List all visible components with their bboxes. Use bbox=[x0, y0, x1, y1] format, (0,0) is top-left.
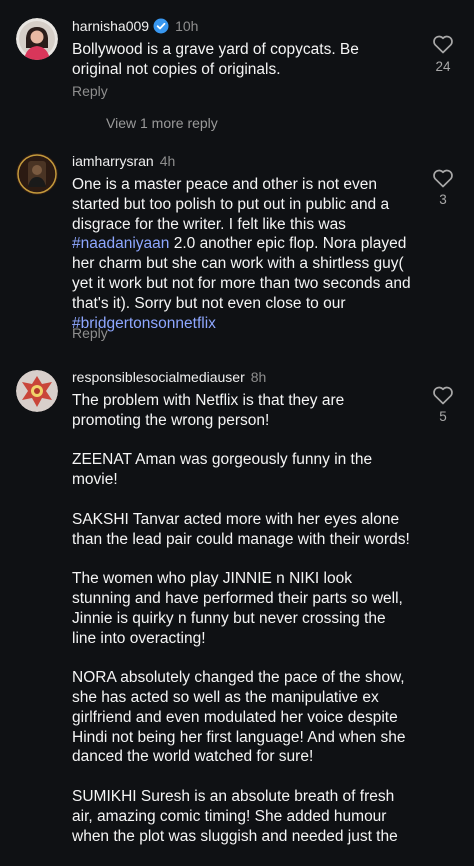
comment-paragraph: The problem with Netflix is that they ar… bbox=[72, 392, 345, 429]
username[interactable]: harnisha009 bbox=[72, 18, 149, 34]
comment-paragraph: SAKSHI Tanvar acted more with her eyes a… bbox=[72, 510, 410, 548]
username[interactable]: iamharrysran bbox=[72, 153, 154, 169]
like-count: 24 bbox=[435, 59, 451, 74]
timestamp: 4h bbox=[159, 153, 176, 169]
comment-paragraph: ZEENAT Aman was gorgeously funny in the … bbox=[72, 451, 373, 489]
comment-text-content: Bollywood is a grave yard of copycats. B… bbox=[72, 41, 359, 78]
comment-header: responsiblesocialmediauser 8h bbox=[72, 368, 266, 386]
comment-text: The problem with Netflix is that they ar… bbox=[72, 391, 412, 866]
verified-badge-icon bbox=[153, 18, 169, 34]
heart-outline-icon[interactable] bbox=[430, 166, 456, 190]
heart-outline-icon[interactable] bbox=[430, 32, 456, 56]
like-count: 5 bbox=[439, 409, 447, 424]
like-count: 3 bbox=[439, 192, 447, 207]
avatar[interactable] bbox=[16, 18, 58, 60]
comment-header: harnisha009 10h bbox=[72, 17, 198, 35]
comment-paragraph: SUMIKHI Suresh is an absolute breath of … bbox=[72, 787, 398, 845]
avatar[interactable] bbox=[16, 370, 58, 412]
comment-text: One is a master peace and other is not e… bbox=[72, 175, 412, 333]
timestamp: 8h bbox=[250, 369, 267, 385]
comment-text-content: One is a master peace and other is not e… bbox=[72, 175, 412, 333]
text-segment: One is a master peace and other is not e… bbox=[72, 176, 390, 233]
reply-button[interactable]: Reply bbox=[72, 83, 108, 99]
comment-paragraph: NORA absolutely changed the pace of the … bbox=[72, 669, 406, 766]
comment-header: iamharrysran 4h bbox=[72, 152, 175, 170]
avatar[interactable] bbox=[16, 153, 58, 195]
reply-button[interactable]: Reply bbox=[72, 325, 108, 341]
comment-text: Bollywood is a grave yard of copycats. B… bbox=[72, 40, 412, 80]
timestamp: 10h bbox=[175, 18, 199, 34]
comment-paragraph: The women who play JINNIE n NIKI look st… bbox=[72, 570, 403, 647]
heart-outline-icon[interactable] bbox=[430, 383, 456, 407]
username[interactable]: responsiblesocialmediauser bbox=[72, 369, 245, 385]
view-more-replies-button[interactable]: View 1 more reply bbox=[106, 115, 218, 131]
hashtag-link[interactable]: #naadaniyaan bbox=[72, 235, 169, 252]
